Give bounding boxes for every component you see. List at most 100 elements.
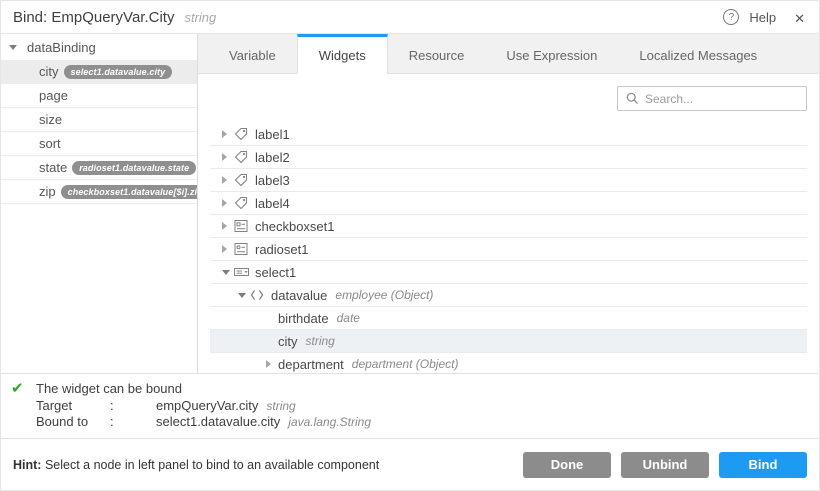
binding-badge: radioset1.datavalue.state	[72, 161, 196, 175]
chevron-down-icon[interactable]	[238, 293, 250, 298]
tag-icon	[234, 196, 249, 210]
tree-node-databinding[interactable]: dataBinding	[1, 34, 197, 60]
node-label: department	[278, 357, 344, 372]
widget-tree: label1 label2 label3	[210, 123, 807, 373]
chevron-right-icon[interactable]	[222, 222, 234, 230]
binding-status: The widget can be bound Target : empQuer…	[1, 373, 819, 438]
node-label: select1	[255, 265, 296, 280]
tree-row-radioset1[interactable]: radioset1	[210, 238, 807, 261]
bind-button[interactable]: Bind	[719, 452, 807, 478]
left-item-label: size	[39, 112, 62, 127]
footer-buttons: Done Unbind Bind	[523, 452, 807, 478]
checkboxset-icon	[234, 219, 249, 233]
node-label: birthdate	[278, 311, 329, 326]
node-label: label1	[255, 127, 290, 142]
chevron-right-icon[interactable]	[266, 360, 278, 368]
tree-row-label3[interactable]: label3	[210, 169, 807, 192]
tree-row-birthdate[interactable]: birthdate date	[210, 307, 807, 330]
dialog-title: Bind: EmpQueryVar.City	[13, 9, 174, 26]
bound-label: Bound to	[36, 414, 110, 431]
search-box[interactable]	[617, 86, 807, 111]
object-brackets-icon	[250, 288, 265, 302]
left-item-page[interactable]: page	[1, 84, 197, 108]
tree-row-city[interactable]: city string	[210, 330, 807, 353]
tab-bar: Variable Widgets Resource Use Expression…	[198, 34, 819, 74]
close-icon[interactable]	[794, 9, 805, 26]
status-message: The widget can be bound	[36, 381, 371, 398]
node-label: datavalue	[271, 288, 327, 303]
status-target-row: Target : empQueryVar.citystring	[36, 398, 371, 415]
tree-row-label2[interactable]: label2	[210, 146, 807, 169]
node-label: label3	[255, 173, 290, 188]
target-label: Target	[36, 398, 110, 415]
help-link[interactable]: Help	[749, 10, 776, 25]
left-item-zip[interactable]: zip checkboxset1.datavalue[$i].zip	[1, 180, 197, 204]
chevron-right-icon[interactable]	[222, 130, 234, 138]
left-item-size[interactable]: size	[1, 108, 197, 132]
radioset-icon	[234, 242, 249, 256]
node-label: radioset1	[255, 242, 308, 257]
colon: :	[110, 398, 156, 415]
left-item-label: city	[39, 64, 59, 79]
tab-localized-messages[interactable]: Localized Messages	[618, 34, 778, 73]
tab-use-expression[interactable]: Use Expression	[485, 34, 618, 73]
search-row	[210, 86, 807, 111]
node-type: date	[337, 311, 360, 325]
help-icon[interactable]	[723, 9, 739, 25]
dialog-footer: Hint: Select a node in left panel to bin…	[1, 438, 819, 490]
node-label: checkboxset1	[255, 219, 335, 234]
chevron-right-icon[interactable]	[222, 153, 234, 161]
node-type: employee (Object)	[335, 288, 433, 302]
tag-icon	[234, 150, 249, 164]
chevron-right-icon[interactable]	[222, 176, 234, 184]
dialog-body: dataBinding city select1.datavalue.city …	[1, 34, 819, 373]
bind-dialog: Bind: EmpQueryVar.City string Help dataB…	[0, 0, 820, 491]
tab-variable[interactable]: Variable	[208, 34, 297, 73]
tree-row-select1[interactable]: select1	[210, 261, 807, 284]
node-type: department (Object)	[352, 357, 459, 371]
colon: :	[110, 414, 156, 431]
widgets-content: label1 label2 label3	[198, 74, 819, 373]
tree-row-department[interactable]: department department (Object)	[210, 353, 807, 373]
tab-widgets[interactable]: Widgets	[297, 34, 388, 74]
chevron-down-icon[interactable]	[222, 270, 234, 275]
binding-badge: select1.datavalue.city	[64, 65, 173, 79]
chevron-right-icon[interactable]	[222, 245, 234, 253]
left-item-city[interactable]: city select1.datavalue.city	[1, 60, 197, 84]
widgets-panel: Variable Widgets Resource Use Expression…	[198, 34, 819, 373]
tree-row-checkboxset1[interactable]: checkboxset1	[210, 215, 807, 238]
chevron-down-icon[interactable]	[9, 45, 21, 50]
check-icon	[11, 381, 27, 438]
left-item-label: zip	[39, 184, 56, 199]
dialog-title-type: string	[184, 10, 216, 25]
node-label: city	[278, 334, 298, 349]
node-label: label4	[255, 196, 290, 211]
databinding-panel: dataBinding city select1.datavalue.city …	[1, 34, 198, 373]
bound-type: java.lang.String	[288, 415, 371, 429]
tag-icon	[234, 127, 249, 141]
dialog-header: Bind: EmpQueryVar.City string Help	[1, 1, 819, 34]
binding-badge: checkboxset1.datavalue[$i].zip	[61, 185, 198, 199]
databinding-root-label: dataBinding	[27, 40, 96, 55]
hint-label: Hint:	[13, 458, 41, 472]
target-type: string	[266, 399, 295, 413]
search-icon	[626, 92, 639, 105]
unbind-button[interactable]: Unbind	[621, 452, 709, 478]
tree-row-datavalue[interactable]: datavalue employee (Object)	[210, 284, 807, 307]
left-item-sort[interactable]: sort	[1, 132, 197, 156]
left-item-label: state	[39, 160, 67, 175]
left-item-label: sort	[39, 136, 61, 151]
done-button[interactable]: Done	[523, 452, 611, 478]
node-type: string	[306, 334, 335, 348]
search-input[interactable]	[645, 92, 798, 106]
tree-row-label1[interactable]: label1	[210, 123, 807, 146]
left-item-label: page	[39, 88, 68, 103]
status-lines: The widget can be bound Target : empQuer…	[36, 381, 371, 438]
chevron-right-icon[interactable]	[222, 199, 234, 207]
hint-text: Hint: Select a node in left panel to bin…	[13, 458, 379, 472]
left-item-state[interactable]: state radioset1.datavalue.state	[1, 156, 197, 180]
header-actions: Help	[723, 9, 805, 26]
tab-resource[interactable]: Resource	[388, 34, 486, 73]
tree-row-label4[interactable]: label4	[210, 192, 807, 215]
node-label: label2	[255, 150, 290, 165]
